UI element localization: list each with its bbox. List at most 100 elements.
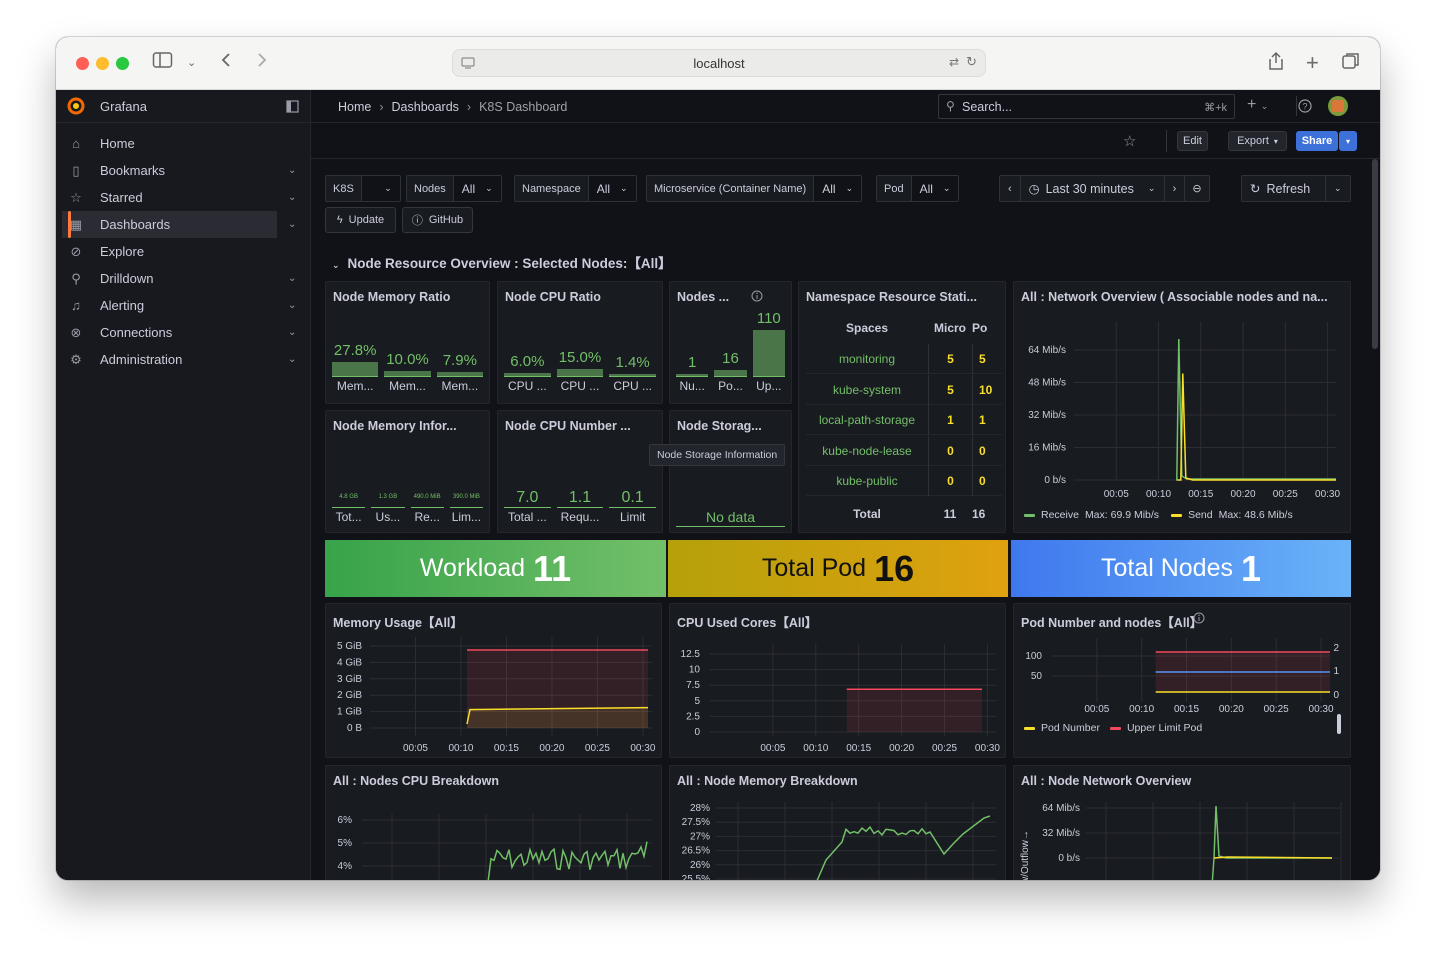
search-input[interactable]: ⚲ Search... ⌘+k (938, 94, 1235, 119)
time-forward-icon[interactable]: › (1163, 176, 1186, 201)
reload-icon[interactable]: ↻ (966, 54, 977, 70)
share-menu-button[interactable]: ▾ (1339, 131, 1357, 151)
help-icon[interactable]: ? (1298, 99, 1312, 113)
legend-scrollbar[interactable] (1337, 714, 1341, 734)
legend-item[interactable]: Send (1188, 509, 1213, 521)
variable-namespace[interactable]: Namespace All ⌄ (514, 175, 637, 202)
chevron-down-icon[interactable]: ⌄ (288, 327, 296, 338)
avatar[interactable] (1328, 96, 1348, 116)
star-icon[interactable]: ☆ (1123, 132, 1136, 150)
stat-bar (556, 368, 604, 376)
edit-button[interactable]: Edit (1177, 131, 1208, 151)
sidebar-item-connections[interactable]: ⊗ Connections ⌄ (56, 319, 311, 346)
info-icon[interactable] (1193, 612, 1205, 624)
minimize-window-button[interactable] (96, 57, 109, 70)
chevron-down-icon[interactable]: ⌄ (288, 165, 296, 176)
page-scrollbar[interactable] (1372, 159, 1378, 349)
tile-total-nodes[interactable]: Total Nodes 1 (1011, 540, 1351, 597)
x-tick-label: 00:30 (975, 743, 1000, 754)
sidebar-item-home[interactable]: ⌂ Home (56, 130, 311, 157)
breadcrumb-home[interactable]: Home (338, 100, 371, 114)
close-window-button[interactable] (76, 57, 89, 70)
panel-memory-usage[interactable]: Memory Usage【All】 00:05 00:10 00:15 00:20 00… (325, 603, 662, 758)
translate-icon[interactable]: ⇄ (949, 55, 959, 69)
table-header-cell: Spaces (845, 321, 889, 335)
stat-item: 1.3 GB Us... (371, 411, 405, 532)
tile-workload[interactable]: Workload 11 (325, 540, 666, 597)
sidebar-item-drilldown[interactable]: ⚲ Drilldown ⌄ (56, 265, 311, 292)
panel-node-memory-ratio[interactable]: Node Memory Ratio 27.8% Mem... 10.0% Mem...… (325, 281, 490, 404)
variable-k8s[interactable]: K8S ⌄ (325, 175, 401, 202)
panel-pod-number[interactable]: Pod Number and nodes【All】 00:05 00:10 00:1… (1013, 603, 1351, 758)
panel-namespace-stats[interactable]: Namespace Resource Stati... Spaces Micro P… (798, 281, 1006, 533)
panel-node-storage[interactable]: Node Storag... Node Storage Information … (649, 410, 792, 533)
panel-cpu-breakdown[interactable]: All : Nodes CPU Breakdown 6% 5% 4% (325, 765, 662, 880)
table-row[interactable]: kube-node-lease 0 0 (806, 435, 1002, 466)
chevron-down-icon[interactable]: ⌄ (288, 192, 296, 203)
stat-item: 6.0% CPU ... (504, 282, 551, 403)
update-link[interactable]: ϟ Update (325, 207, 396, 233)
tile-total-pod[interactable]: Total Pod 16 (668, 540, 1008, 597)
legend-item[interactable]: Pod Number (1041, 722, 1100, 734)
zoom-out-icon[interactable]: ⊖ (1185, 176, 1209, 201)
chevron-down-icon[interactable]: ⌄ (288, 354, 296, 365)
panel-network-overview[interactable]: All : Network Overview ( Associable node… (1013, 281, 1351, 533)
limit-area (846, 689, 982, 732)
time-picker[interactable]: ◷ Last 30 minutes ⌄ (1020, 176, 1164, 201)
breadcrumb-dashboards[interactable]: Dashboards (392, 100, 459, 114)
sidebar-item-explore[interactable]: ⊘ Explore (56, 238, 311, 265)
variable-microservice[interactable]: Microservice (Container Name) All ⌄ (646, 175, 863, 202)
refresh-button[interactable]: ↻ Refresh (1242, 176, 1325, 201)
sidebar-item-dashboards[interactable]: ▦ Dashboards ⌄ (62, 211, 296, 238)
github-link[interactable]: ⓘ GitHub (402, 207, 473, 233)
sidebar-item-administration[interactable]: ⚙ Administration ⌄ (56, 346, 311, 373)
stat-item: 490.0 MiB Re... (410, 411, 444, 532)
y-tick-label: 2 GiB (337, 690, 362, 701)
panel-node-cpu-ratio[interactable]: Node CPU Ratio 6.0% CPU ... 15.0% CPU ... 1.… (497, 281, 663, 404)
panel-node-network[interactable]: All : Node Network Overview 64 Mib/s 32 M… (1013, 765, 1351, 880)
dock-menu-icon[interactable] (286, 100, 299, 113)
sidebar-toggle-icon[interactable] (152, 51, 174, 75)
grafana-logo-icon[interactable] (66, 96, 86, 116)
chevron-down-icon[interactable]: ⌄ (288, 273, 296, 284)
panel-node-cpu-number[interactable]: Node CPU Number ... 7.0 Total ... 1.1 Requ.… (497, 410, 663, 533)
zoom-window-button[interactable] (116, 57, 129, 70)
address-bar[interactable]: localhost ⇄ ↻ (452, 49, 986, 77)
time-back-icon[interactable]: ‹ (1000, 176, 1021, 201)
sidebar-item-starred[interactable]: ☆ Starred ⌄ (56, 184, 311, 211)
panel-node-memory-info[interactable]: Node Memory Infor... 4.8 GB Tot... 1.3 GB U… (325, 410, 490, 533)
forward-icon[interactable] (256, 51, 268, 75)
table-cell: kube-node-lease (822, 443, 912, 458)
variable-nodes[interactable]: Nodes All ⌄ (406, 175, 502, 202)
share-icon[interactable] (1268, 51, 1284, 77)
table-row[interactable]: monitoring 5 5 (806, 344, 1002, 374)
panel-memory-breakdown[interactable]: All : Node Memory Breakdown 28% 27.5% 27% 2… (669, 765, 1006, 880)
variable-pod[interactable]: Pod All ⌄ (876, 175, 960, 202)
table-row[interactable]: local-path-storage 1 1 (806, 405, 1002, 436)
table-row[interactable]: kube-system 5 10 (806, 374, 1002, 405)
table-footer-row[interactable]: Total 11 16 (806, 500, 1002, 528)
legend-item[interactable]: Receive (1041, 509, 1079, 521)
chevron-down-icon[interactable]: ⌄ (288, 300, 296, 311)
chevron-down-icon[interactable]: ⌄ (288, 219, 296, 230)
table-cell: Total (853, 507, 881, 521)
panel-cpu-used[interactable]: CPU Used Cores【All】 00:05 00:10 00:15 00:20… (669, 603, 1006, 758)
new-tab-icon[interactable]: + (1306, 51, 1319, 75)
tabs-overview-icon[interactable] (1341, 51, 1361, 77)
refresh-interval-button[interactable]: ⌄ (1325, 176, 1350, 201)
share-button[interactable]: Share (1296, 131, 1338, 151)
export-button[interactable]: Export ▾ (1228, 131, 1287, 151)
y-tick-label: 26% (690, 860, 710, 871)
add-new-icon[interactable]: + ⌄ (1247, 96, 1268, 114)
sidebar-item-bookmarks[interactable]: ▯ Bookmarks ⌄ (56, 157, 311, 184)
stat-value: 7.0 (516, 489, 539, 506)
gear-icon: ⚙ (70, 351, 82, 367)
chevron-down-icon[interactable]: ⌄ (187, 51, 196, 75)
row-header[interactable]: ⌄ Node Resource Overview : Selected Nodes… (332, 252, 672, 272)
panel-nodes[interactable]: Nodes ... 1 Nu... 16 Po... 110 Up... (669, 281, 792, 404)
table-row[interactable]: kube-public 0 0 (806, 466, 1002, 497)
y-tick-label: 27.5% (682, 817, 710, 828)
back-icon[interactable] (220, 51, 232, 75)
sidebar-item-alerting[interactable]: ♫ Alerting ⌄ (56, 292, 311, 319)
legend-item[interactable]: Upper Limit Pod (1127, 722, 1202, 734)
